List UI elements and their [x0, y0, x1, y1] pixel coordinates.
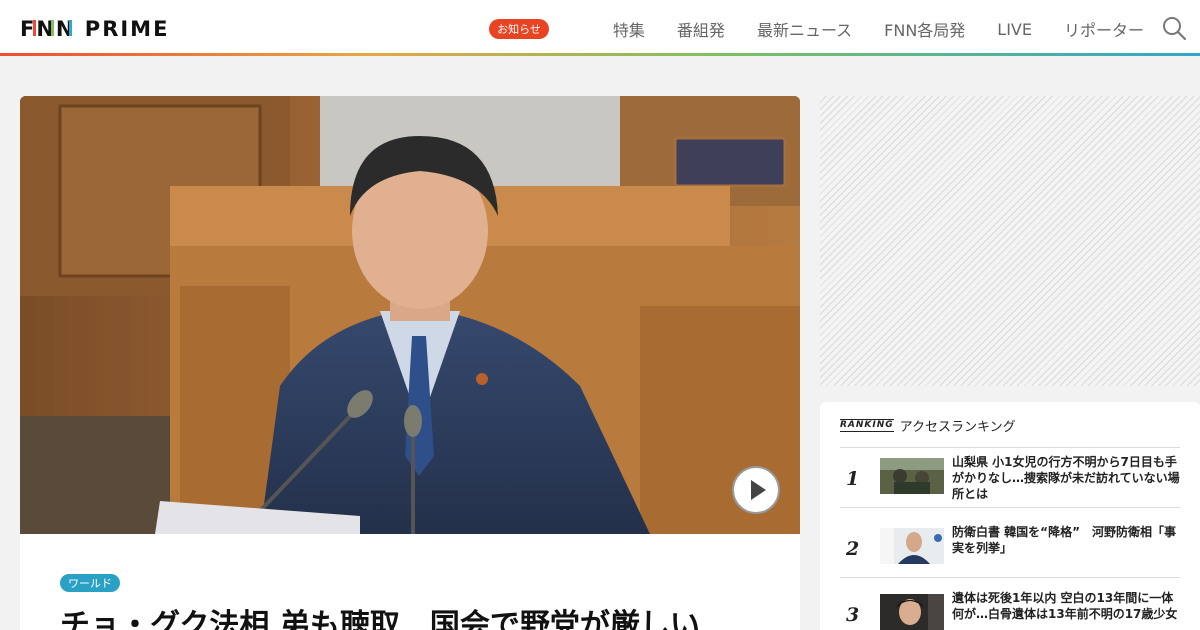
logo-text: FNN PRIME [20, 17, 169, 40]
logo-accent-green [51, 20, 54, 36]
nav-item-programs[interactable]: 番組発 [677, 17, 725, 41]
ranking-headline[interactable]: 山梨県 小1女児の行方不明から7日目も手がかりなし…捜索隊が未だ訪れていない場所… [952, 454, 1180, 502]
header-color-bar [0, 53, 1200, 56]
category-badge[interactable]: ワールド [60, 574, 120, 592]
nav-item-fnn-stations[interactable]: FNN各局発 [884, 17, 965, 41]
ranking-headline[interactable]: 防衛白書 韓国を“降格” 河野防衛相「事実を列挙」 [952, 524, 1180, 556]
news-badge[interactable]: お知らせ [489, 19, 549, 39]
site-logo[interactable]: FNN PRIME [20, 14, 170, 42]
video-play-button[interactable] [732, 466, 780, 514]
article-headline[interactable]: チョ・グク法相 弟も聴取 国会で野党が厳しい [60, 600, 700, 630]
ranking-title: アクセスランキング [899, 420, 1016, 435]
rank-number: 1 [846, 468, 860, 490]
fnn-prime-logo: FNN PRIME [20, 17, 169, 40]
ranking-item[interactable]: 2 防衛白書 韓国を“降格” 河野防衛相「事実を列挙」 [840, 522, 1180, 578]
rank-number: 3 [846, 604, 860, 626]
nav-item-reporters[interactable]: リポーター [1064, 17, 1144, 41]
site-header: FNN PRIME お知らせ 特集 番組発 最新ニュース FNN各局発 LIVE… [0, 0, 1200, 56]
ranking-panel: RANKING アクセスランキング 1 山梨県 小1女児の行方不明から7日目も手… [820, 402, 1200, 630]
hero-illustration [20, 96, 800, 534]
logo-accent-red [33, 20, 36, 36]
ranking-thumbnail [880, 594, 944, 630]
ranking-divider [840, 447, 1180, 448]
play-icon [751, 480, 766, 500]
ranking-headline[interactable]: 遺体は死後1年以内 空白の13年間に一体何が…白骨遺体は13年前不明の17歳少女 [952, 590, 1180, 622]
search-icon[interactable] [1162, 16, 1186, 40]
main-nav: お知らせ 特集 番組発 最新ニュース FNN各局発 LIVE リポーター [489, 17, 1144, 41]
rank-number: 2 [846, 538, 860, 560]
nav-item-live[interactable]: LIVE [997, 20, 1032, 39]
ranking-tag: RANKING [840, 419, 894, 432]
ranking-thumbnail [880, 458, 944, 494]
ranking-thumbnail [880, 528, 944, 564]
article-summary[interactable]: ワールド チョ・グク法相 弟も聴取 国会で野党が厳しい [20, 534, 800, 630]
nav-item-features[interactable]: 特集 [613, 17, 645, 41]
logo-accent-blue [69, 20, 72, 36]
ranking-item[interactable]: 1 山梨県 小1女児の行方不明から7日目も手がかりなし…捜索隊が未だ訪れていない… [840, 452, 1180, 508]
article-hero-image[interactable] [20, 96, 800, 534]
ranking-item[interactable]: 3 遺体は死後1年以内 空白の13年間に一体何が…白骨遺体は13年前不明の17歳… [840, 588, 1180, 630]
ad-placeholder [820, 96, 1200, 386]
ranking-header: RANKING アクセスランキング [840, 416, 1016, 435]
nav-item-latest-news[interactable]: 最新ニュース [757, 17, 852, 41]
